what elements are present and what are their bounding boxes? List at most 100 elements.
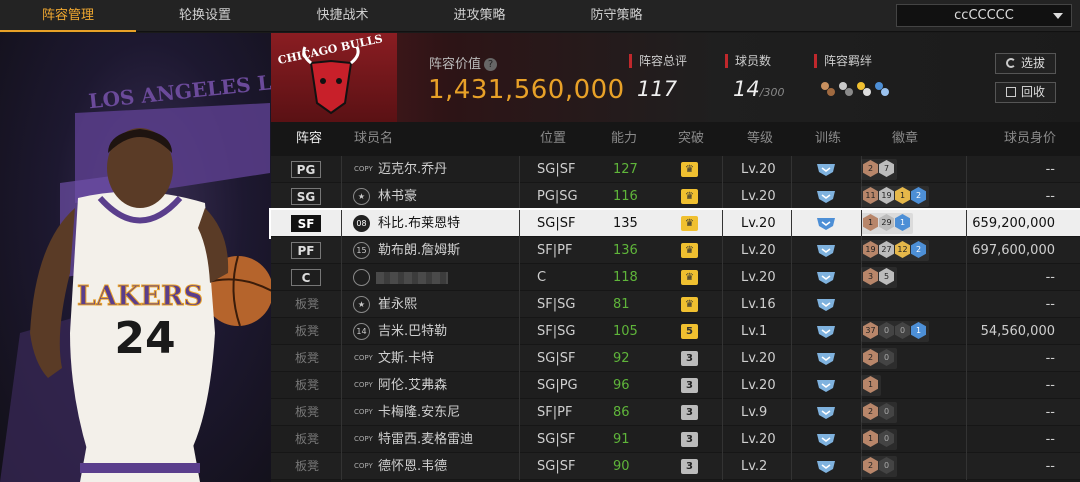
table-row[interactable]: 板凳 COPY 卡梅隆.安东尼 SF|PF 86 3 Lv.9 2 0 --: [271, 399, 1080, 426]
player-name[interactable]: 阿伦.艾弗森: [378, 372, 447, 399]
player-name[interactable]: 崔永熙: [378, 291, 417, 318]
table-row[interactable]: 板凳 COPY 特雷西.麦格雷迪 SG|SF 91 3 Lv.20 1 0 --: [271, 426, 1080, 453]
tab-defense-strategy[interactable]: 防守策略: [548, 0, 685, 32]
player-name[interactable]: 文斯.卡特: [378, 345, 434, 372]
badge-group[interactable]: 1: [861, 375, 881, 396]
badge-icon: 1: [895, 214, 910, 231]
player-name[interactable]: 卡梅隆.安东尼: [378, 399, 460, 426]
position-slot-badge[interactable]: C: [291, 269, 321, 286]
tab-rotation-settings[interactable]: 轮换设置: [136, 0, 274, 32]
badge-icon: 29: [879, 214, 894, 231]
crown-icon: ♛: [681, 189, 698, 204]
tab-offense-strategy[interactable]: 进攻策略: [411, 0, 548, 32]
training-icon[interactable]: [815, 216, 837, 231]
help-icon[interactable]: ?: [484, 58, 498, 71]
training-icon[interactable]: [815, 297, 837, 312]
table-row[interactable]: 板凳 COPY 阿伦.艾弗森 SG|PG 96 3 Lv.20 1 --: [271, 372, 1080, 399]
position-slot-badge[interactable]: PG: [291, 161, 321, 178]
divider: [966, 210, 967, 237]
player-name[interactable]: 德怀恩.韦德: [378, 453, 447, 480]
table-row[interactable]: PF 15 勒布朗.詹姆斯 SF|PF 136 ♛ Lv.20 19 27 12 2 697,600,…: [271, 237, 1080, 264]
player-name[interactable]: 科比.布莱恩特: [378, 210, 460, 237]
position-slot-badge[interactable]: SG: [291, 188, 321, 205]
table-row[interactable]: 板凳 COPY 德怀恩.韦德 SG|SF 90 3 Lv.2 2 0 --: [271, 453, 1080, 480]
table-row[interactable]: SG ★ 林书豪 PG|SG 116 ♛ Lv.20 11 19 1 2 --: [271, 183, 1080, 210]
badge-group[interactable]: 20: [861, 402, 897, 423]
crown-icon: ♛: [681, 243, 698, 258]
badge-icon: 5: [879, 268, 894, 285]
col-badges: 徽章: [892, 131, 919, 146]
badge-group[interactable]: 27: [861, 159, 897, 180]
training-icon[interactable]: [815, 243, 837, 258]
user-dropdown[interactable]: ccCCCCC: [896, 4, 1072, 27]
divider: [519, 426, 520, 453]
training-icon[interactable]: [815, 459, 837, 474]
training-icon[interactable]: [815, 378, 837, 393]
bond-icons[interactable]: [819, 79, 889, 103]
divider: [341, 291, 342, 318]
badge-group[interactable]: 20: [861, 348, 897, 369]
player-name[interactable]: 林书豪: [378, 183, 417, 210]
bench-label: 板凳: [295, 378, 320, 392]
divider: [791, 264, 792, 291]
training-icon[interactable]: [815, 324, 837, 339]
player-position: SF|SG: [537, 324, 576, 339]
crown-icon: ♛: [681, 216, 698, 231]
badge-group[interactable]: 20: [861, 456, 897, 477]
divider: [791, 156, 792, 183]
badge-icon: 0: [879, 430, 894, 447]
crown-icon: ♛: [681, 270, 698, 285]
player-name[interactable]: 勒布朗.詹姆斯: [378, 237, 460, 264]
table-row[interactable]: 板凳 ★ 崔永熙 SF|SG 81 ♛ Lv.16 --: [271, 291, 1080, 318]
training-icon[interactable]: [815, 270, 837, 285]
table-row[interactable]: 板凳 COPY 文斯.卡特 SG|SF 92 3 Lv.20 2 0 --: [271, 345, 1080, 372]
player-name-blurred[interactable]: [376, 272, 448, 284]
total-rating-value: 117: [637, 77, 678, 101]
divider: [722, 318, 723, 345]
top-nav: 阵容管理 轮换设置 快捷战术 进攻策略 防守策略 ccCCCCC: [0, 0, 1080, 32]
col-level: 等级: [747, 131, 774, 146]
divider: [791, 372, 792, 399]
divider: [791, 237, 792, 264]
badge-group[interactable]: 19 27 12 2: [861, 240, 929, 261]
jersey-number-text: 24: [114, 313, 175, 364]
badge-group[interactable]: 1 29 1: [861, 213, 913, 234]
badge-icon: 0: [879, 457, 894, 474]
table-row[interactable]: PG COPY 迈克尔.乔丹 SG|SF 127 ♛ Lv.20 2 7 --: [271, 156, 1080, 183]
bench-label: 板凳: [295, 324, 320, 338]
refresh-icon: [1005, 58, 1016, 68]
player-level: Lv.1: [741, 324, 768, 339]
badge-group[interactable]: 11 19 1 2: [861, 186, 929, 207]
badge-icon: 37: [863, 322, 878, 339]
table-row[interactable]: C C 118 ♛ Lv.20 3 5 --: [271, 264, 1080, 291]
badge-icon: 1: [863, 214, 878, 231]
badge-group[interactable]: 35: [861, 267, 897, 288]
badge-group[interactable]: 10: [861, 429, 897, 450]
recycle-button[interactable]: 回收: [995, 82, 1056, 103]
bench-label: 板凳: [295, 297, 320, 311]
table-row[interactable]: 板凳 14 吉米.巴特勒 SF|SG 105 5 Lv.1 37 0 0 1 54,560,000: [271, 318, 1080, 345]
training-icon[interactable]: [815, 189, 837, 204]
tab-lineup-management[interactable]: 阵容管理: [0, 0, 136, 32]
position-slot-badge[interactable]: PF: [291, 242, 321, 259]
badge-group[interactable]: 37 0 0 1: [861, 321, 929, 342]
player-name[interactable]: 特雷西.麦格雷迪: [378, 426, 473, 453]
divider: [966, 372, 967, 399]
player-ability: 90: [613, 459, 630, 474]
crown-icon: ♛: [681, 162, 698, 177]
training-icon[interactable]: [815, 351, 837, 366]
training-icon[interactable]: [815, 405, 837, 420]
chevron-down-icon: [1053, 13, 1063, 19]
training-icon[interactable]: [815, 162, 837, 177]
badge-icon: 7: [879, 160, 894, 177]
badge-icon: 19: [863, 241, 878, 258]
table-row[interactable]: SF 08 科比.布莱恩特 SG|SF 135 ♛ Lv.20 1 29 1 659,200,000: [269, 208, 1080, 239]
player-name[interactable]: 吉米.巴特勒: [378, 318, 447, 345]
player-value: 659,200,000: [972, 216, 1055, 231]
select-button[interactable]: 选拔: [995, 53, 1056, 74]
player-name[interactable]: 迈克尔.乔丹: [378, 156, 447, 183]
tab-quick-tactics[interactable]: 快捷战术: [274, 0, 411, 32]
badge-icon: 27: [879, 241, 894, 258]
position-slot-badge[interactable]: SF: [291, 215, 321, 232]
training-icon[interactable]: [815, 432, 837, 447]
